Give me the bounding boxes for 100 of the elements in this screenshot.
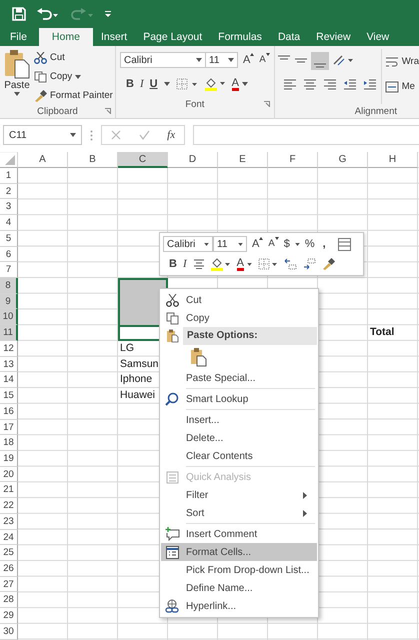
formula-input[interactable] (193, 125, 419, 145)
row-header[interactable]: 29 (0, 608, 18, 624)
shrink-font-button[interactable]: A (268, 237, 279, 251)
row-header[interactable]: 25 (0, 545, 18, 561)
row-header[interactable]: 8 (0, 278, 18, 294)
paste-button[interactable]: Paste (4, 49, 30, 104)
row-header[interactable]: 14 (0, 372, 18, 388)
caret-icon[interactable] (242, 82, 248, 86)
menu-item[interactable]: Paste Special... (161, 369, 317, 387)
format-painter-button[interactable]: Format Painter (34, 87, 113, 104)
dialog-launcher-icon[interactable] (105, 108, 111, 114)
align-bottom-icon[interactable] (310, 52, 329, 70)
decrease-indent-icon[interactable] (342, 78, 357, 90)
merge-button[interactable]: Me (384, 78, 419, 95)
ribbon-tab[interactable]: Insert (92, 28, 136, 46)
italic-button[interactable]: I (182, 257, 187, 271)
menu-item[interactable]: Hyperlink... (161, 597, 317, 615)
ribbon-tab[interactable]: Formulas (210, 28, 270, 46)
row-header[interactable]: 4 (0, 215, 18, 231)
align-left-icon[interactable] (282, 78, 297, 90)
column-header[interactable]: B (68, 152, 118, 168)
row-header[interactable]: 6 (0, 246, 18, 262)
undo-icon[interactable] (36, 7, 60, 21)
row-header[interactable]: 15 (0, 388, 18, 404)
row-header[interactable]: 16 (0, 404, 18, 420)
menu-item[interactable]: Delete... (161, 429, 317, 447)
row-header[interactable]: 3 (0, 199, 18, 216)
menu-item[interactable]: Insert Comment (161, 525, 317, 543)
check-icon[interactable] (138, 130, 150, 140)
row-header[interactable]: 23 (0, 514, 18, 530)
align-center-icon[interactable] (302, 78, 317, 90)
row-header[interactable]: 30 (0, 624, 18, 640)
borders-icon[interactable] (176, 78, 198, 90)
comma-button[interactable]: , (320, 236, 329, 252)
font-name-dropdown[interactable]: Calibri (120, 52, 206, 68)
cut-button[interactable]: Cut (34, 49, 113, 66)
font-color-button[interactable]: A (232, 78, 239, 90)
column-header[interactable]: D (168, 152, 218, 168)
row-header[interactable]: 9 (0, 294, 18, 310)
column-header[interactable]: A (18, 152, 68, 168)
caret-icon[interactable] (246, 262, 252, 266)
align-center-icon[interactable] (192, 259, 205, 269)
font-color-button[interactable]: A (236, 258, 244, 270)
customize-icon[interactable] (104, 10, 112, 18)
insert-function-button[interactable]: fx (167, 129, 176, 141)
align-right-icon[interactable] (322, 78, 337, 90)
column-header[interactable]: C (118, 152, 168, 168)
ribbon-tab[interactable]: Page Layout (135, 28, 210, 46)
row-header[interactable]: 5 (0, 230, 18, 247)
menu-item[interactable]: Define Name... (161, 579, 317, 597)
font-size-dropdown[interactable]: 11 (213, 236, 247, 252)
row-header[interactable]: 21 (0, 482, 18, 498)
copy-button[interactable]: Copy (34, 68, 113, 85)
menu-item[interactable]: Cut (161, 291, 317, 309)
bold-button[interactable]: B (126, 77, 134, 91)
font-name-dropdown[interactable]: Calibri (163, 236, 213, 252)
save-icon[interactable] (12, 7, 26, 21)
shrink-font-button[interactable]: A (259, 53, 270, 67)
menu-item[interactable]: Smart Lookup (161, 390, 317, 408)
decrease-decimal-icon[interactable] (302, 258, 316, 270)
row-header[interactable]: 13 (0, 356, 18, 372)
row-header[interactable]: 19 (0, 450, 18, 467)
ribbon-tab[interactable]: View (358, 28, 398, 46)
increase-decimal-icon[interactable] (284, 258, 297, 270)
currency-button[interactable]: $ (284, 237, 290, 251)
dialog-launcher-icon[interactable] (264, 101, 270, 107)
ribbon-tab[interactable]: File (0, 28, 39, 46)
ribbon-tab[interactable]: Review (308, 28, 359, 46)
selected-cell[interactable] (118, 278, 168, 294)
orientation-icon[interactable] (332, 54, 354, 66)
menu-item[interactable]: Filter (161, 486, 317, 504)
row-header[interactable]: 24 (0, 530, 18, 546)
row-header[interactable]: 17 (0, 420, 18, 436)
name-box[interactable]: C11 (3, 125, 82, 145)
row-header[interactable]: 11 (0, 325, 18, 341)
row-header[interactable]: 7 (0, 262, 18, 278)
grow-font-button[interactable]: A (243, 53, 254, 67)
paintbrush-icon[interactable] (322, 258, 336, 270)
column-header[interactable]: F (268, 152, 318, 168)
menu-item[interactable]: Sort (161, 504, 317, 522)
menu-item[interactable]: Clear Contents (161, 447, 317, 465)
row-header[interactable]: 12 (0, 340, 18, 357)
column-header[interactable]: E (218, 152, 268, 168)
row-header[interactable]: 28 (0, 592, 18, 608)
row-header[interactable]: 18 (0, 435, 18, 451)
menu-item[interactable]: Insert... (161, 411, 317, 429)
italic-button[interactable]: I (140, 77, 144, 91)
caret-icon[interactable] (164, 82, 170, 86)
row-header[interactable]: 1 (0, 168, 18, 184)
menu-item[interactable]: Format Cells... (161, 543, 317, 561)
column-header[interactable]: H (368, 152, 418, 168)
bold-button[interactable]: B (169, 257, 177, 271)
fill-color-icon[interactable] (204, 77, 226, 91)
caret-icon[interactable] (294, 242, 300, 246)
underline-button[interactable]: U (150, 77, 158, 91)
row-header[interactable]: 2 (0, 184, 18, 200)
row-header[interactable]: 26 (0, 560, 18, 577)
wrap-text-button[interactable]: Wra (384, 53, 419, 70)
ribbon-tab[interactable]: Home (38, 28, 93, 46)
row-header[interactable]: 22 (0, 498, 18, 514)
